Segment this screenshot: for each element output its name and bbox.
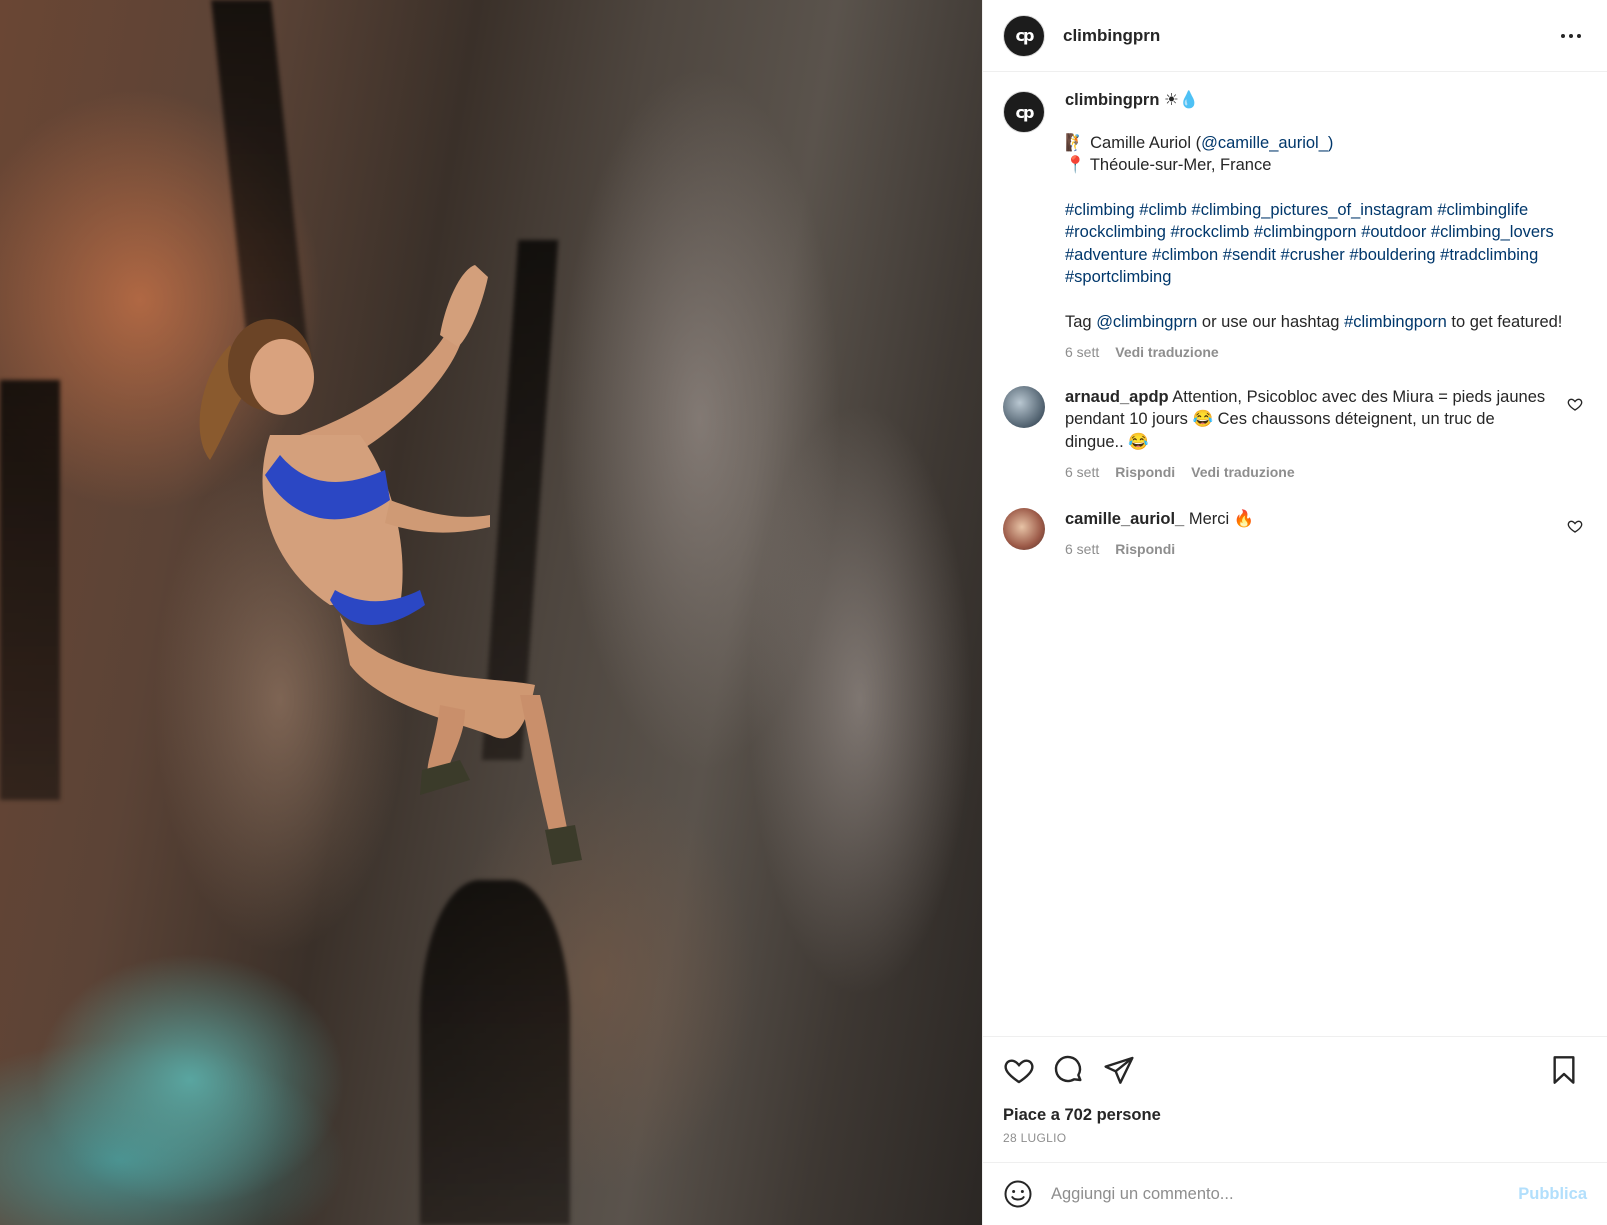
caption: cp climbingprn ☀💧 🧗 Camille Auriol (@cam… (1003, 91, 1587, 364)
caption-name: Camille Auriol ( (1090, 133, 1202, 152)
comment-bubble-icon[interactable] (1053, 1054, 1085, 1086)
comment-text: Merci 🔥 (1188, 509, 1255, 528)
post-header: cp climbingprn (983, 0, 1607, 72)
publish-button[interactable]: Pubblica (1518, 1185, 1587, 1204)
reply-button[interactable]: Rispondi (1115, 538, 1175, 561)
likes-count[interactable]: Piace a 702 persone (1003, 1106, 1161, 1125)
comment-translate-button[interactable]: Vedi traduzione (1191, 461, 1294, 484)
caption-time[interactable]: 6 sett (1065, 341, 1099, 364)
hashtag-climbingporn[interactable]: #climbingporn (1344, 313, 1447, 331)
author-avatar[interactable]: cp (1003, 14, 1045, 57)
post-side-panel: cp climbingprn cp climbingprn ☀💧 🧗 Camil… (982, 0, 1607, 1225)
comment-time[interactable]: 6 sett (1065, 538, 1099, 561)
add-comment-bar: Pubblica (983, 1162, 1607, 1225)
pin-emoji: 📍 (1065, 156, 1086, 174)
climber-figure (199, 265, 582, 865)
comment-item: camille_auriol_ Merci 🔥 6 sett Rispondi (1003, 507, 1587, 561)
caption-hashtags[interactable]: #climbing #climb #climbing_pictures_of_i… (1065, 199, 1587, 289)
climber-emoji: 🧗 (1065, 133, 1086, 152)
comments-section: cp climbingprn ☀💧 🧗 Camille Auriol (@cam… (983, 73, 1607, 1037)
caption-tag-mid: or use our hashtag (1197, 312, 1345, 331)
emoji-picker-icon[interactable] (1003, 1179, 1033, 1209)
actions-divider (983, 1036, 1607, 1037)
caption-tag-pre: Tag (1065, 312, 1097, 331)
reply-button[interactable]: Rispondi (1115, 461, 1175, 484)
caption-author-username[interactable]: climbingprn (1065, 91, 1159, 109)
save-bookmark-icon[interactable] (1548, 1054, 1580, 1086)
caption-author-emoji: ☀💧 (1164, 91, 1200, 109)
comment-username[interactable]: arnaud_apdp (1065, 388, 1169, 406)
like-comment-icon[interactable] (1567, 518, 1583, 534)
caption-location: Théoule-sur-Mer, France (1089, 156, 1272, 174)
comment-time[interactable]: 6 sett (1065, 461, 1099, 484)
share-paper-plane-icon[interactable] (1103, 1054, 1135, 1086)
commenter-avatar[interactable] (1003, 385, 1045, 428)
like-heart-icon[interactable] (1003, 1054, 1035, 1086)
caption-tag-post: to get featured! (1446, 312, 1563, 331)
caption-author-avatar[interactable]: cp (1003, 91, 1045, 133)
comment-item: arnaud_apdp Attention, Psicobloc avec de… (1003, 385, 1587, 484)
mention-climbingprn[interactable]: @climbingprn (1096, 313, 1197, 331)
author-username[interactable]: climbingprn (1063, 26, 1160, 46)
caption-paren-close: ) (1327, 133, 1334, 152)
post-photo[interactable] (0, 0, 982, 1225)
mention-camille[interactable]: @camille_auriol_ (1201, 134, 1328, 152)
comment-input[interactable] (1051, 1184, 1519, 1204)
post-date[interactable]: 28 LUGLIO (1003, 1131, 1066, 1145)
caption-translate-button[interactable]: Vedi traduzione (1115, 341, 1218, 364)
like-comment-icon[interactable] (1567, 396, 1583, 412)
commenter-avatar[interactable] (1003, 507, 1045, 550)
more-options-icon[interactable] (1561, 26, 1585, 46)
comment-username[interactable]: camille_auriol_ (1065, 510, 1184, 528)
